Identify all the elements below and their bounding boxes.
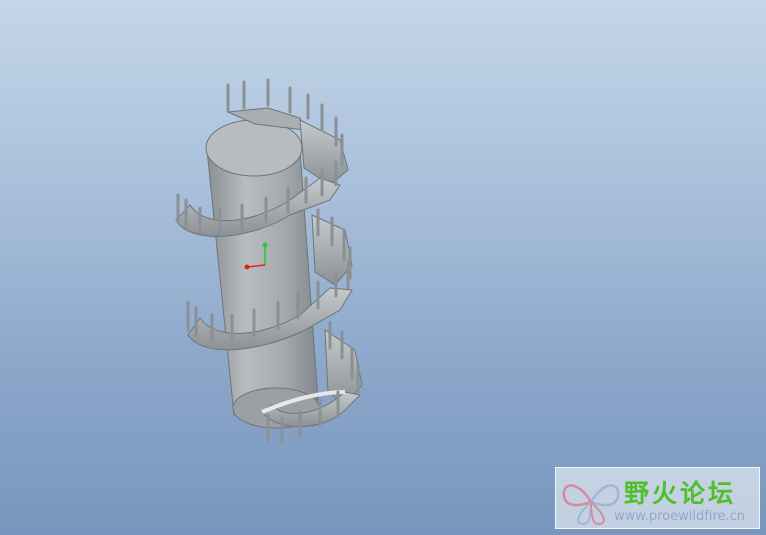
tower-cylinder [205,119,320,429]
watermark-title: 野火论坛 [624,479,737,508]
butterfly-icon [562,484,620,526]
watermark-url: www.proewildfire.cn [614,509,745,524]
x-axis-tip [244,264,250,270]
3d-model-viewport[interactable] [0,0,766,535]
forum-watermark: 野火论坛 www.proewildfire.cn [555,467,760,529]
y-axis-tip [262,242,268,248]
